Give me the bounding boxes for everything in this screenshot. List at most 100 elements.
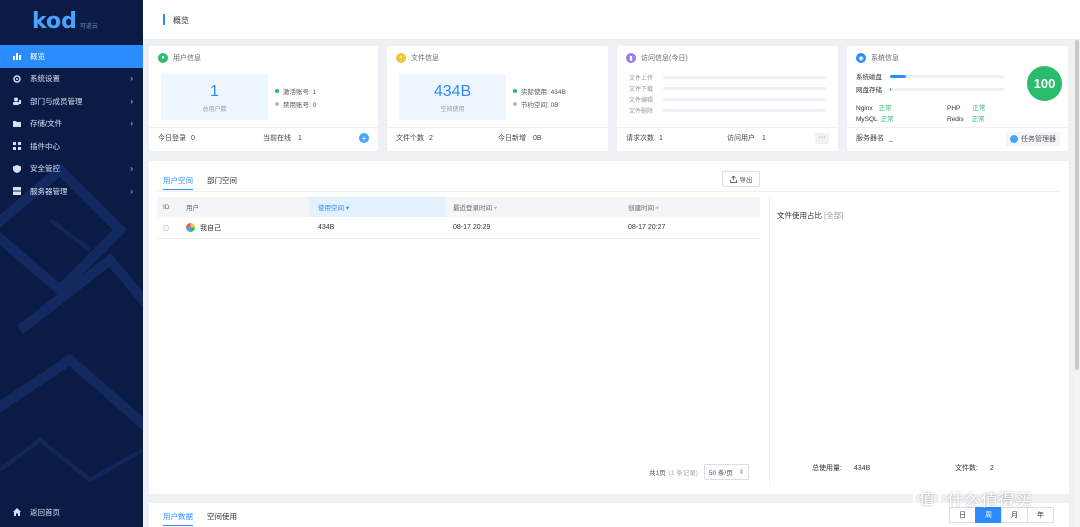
sidebar-item-label: 部门与成员管理 (30, 96, 83, 106)
logo-word: kod (32, 9, 77, 34)
file-stats: 实际使用: 434B 节约空间: 0B (513, 84, 566, 110)
user-info-card: ● 用户信息 1 总用户数 激活账号: 1 禁用账号: 0 今日登录 0 当前在… (149, 46, 378, 151)
user-name: 我自己 (200, 224, 221, 232)
tab-space-usage[interactable]: 空间使用 (207, 511, 237, 526)
task-manager-button[interactable]: 任务管理器 (1006, 132, 1060, 146)
visit-users-value: 1 (762, 134, 766, 142)
visit-row-label: 文件下载 (629, 87, 654, 93)
page-size-select[interactable]: 50 条/页 ⇕ (703, 464, 750, 480)
file-info-card: ▪ 文件信息 434B 空间使用 实际使用: 434B 节约空间: 0B 文件个… (387, 46, 608, 151)
user-circle-icon: ● (158, 53, 168, 63)
page-title: 概览 (173, 16, 189, 25)
file-count-label: 文件个数 (396, 135, 424, 142)
tab-user-data[interactable]: 用户数据 (163, 511, 193, 526)
card-title: 系统信息 (871, 55, 899, 62)
online-label: 当前在线 (263, 135, 291, 142)
total-usage-label: 总使用量: (812, 465, 842, 472)
visit-users-label: 访问用户 (727, 135, 755, 142)
service-php: PHP 正常 (947, 102, 985, 112)
green-dot-icon (275, 88, 279, 93)
row-radio[interactable] (163, 224, 169, 231)
watermark-text: 什么值得买 (947, 490, 1032, 510)
sidebar-item-plugins[interactable]: 插件中心 (0, 135, 143, 158)
watermark-logo-icon: 值 (913, 484, 941, 512)
server-icon (13, 187, 21, 196)
add-user-icon[interactable]: + (359, 133, 369, 143)
visit-row-delete: 文件删除 (629, 106, 827, 115)
tab-user-space[interactable]: 用户空间 (163, 175, 193, 190)
file-count-value: 2 (989, 465, 994, 472)
service-status: 正常 (878, 105, 892, 112)
visit-row-label: 文件编辑 (629, 98, 654, 104)
file-icon: ▪ (396, 53, 406, 63)
column-id[interactable]: ID (163, 204, 170, 211)
column-last-login-label: 最近登录时间 (453, 205, 492, 212)
sidebar-item-system-settings[interactable]: 系统设置 › (0, 68, 143, 91)
page-scrollbar[interactable] (1074, 40, 1080, 527)
tab-department-space[interactable]: 部门空间 (207, 175, 237, 190)
server-name-value: _ (889, 134, 893, 142)
service-name: Redis (947, 116, 964, 123)
grid-icon (13, 142, 21, 151)
card-header: ▮ 访问信息(今日) (626, 53, 688, 63)
sidebar-item-overview[interactable]: 概览 (0, 45, 143, 68)
file-count-value: 2 (429, 134, 433, 142)
sidebar-item-storage[interactable]: 存储/文件 › (0, 113, 143, 136)
file-count-label: 文件数: (955, 465, 978, 472)
disabled-accounts: 禁用账号: 0 (275, 97, 316, 110)
user-space-panel: 用户空间 部门空间 导出 ID 用户 使用空间 ▾ 最近登录时间 ▾ 创建时间 … (149, 161, 1069, 494)
sidebar-item-label: 系统设置 (30, 74, 60, 84)
chevron-right-icon: › (130, 186, 133, 196)
shield-icon (13, 164, 21, 173)
system-disk-row: 系统磁盘 (856, 71, 1004, 81)
total-users-box: 1 总用户数 (161, 74, 268, 120)
total-users-value: 1 (210, 83, 219, 100)
column-usage[interactable]: 使用空间 ▾ (318, 202, 349, 212)
file-usage-all-link[interactable]: [全部] (824, 211, 843, 220)
request-count-label: 请求次数 (626, 135, 654, 142)
chevron-right-icon: › (130, 164, 133, 174)
today-added-label: 今日新增 (498, 135, 526, 142)
more-icon[interactable]: ··· (815, 132, 829, 144)
health-score-badge: 100 (1027, 66, 1062, 101)
column-created[interactable]: 创建时间 ▾ (628, 202, 659, 212)
system-disk-label: 系统磁盘 (856, 74, 882, 81)
task-manager-icon (1010, 135, 1018, 143)
online-value: 1 (298, 134, 302, 142)
stat-text: 节约空间: 0B (521, 101, 559, 109)
avatar (186, 223, 195, 232)
sidebar-item-departments[interactable]: 部门与成员管理 › (0, 90, 143, 113)
logo-sub: 可道云 (79, 24, 98, 30)
service-redis: Redis 正常 (947, 113, 985, 123)
sort-icon: ▾ (493, 205, 498, 212)
export-label: 导出 (739, 177, 753, 184)
column-user[interactable]: 用户 (186, 202, 199, 212)
visit-info-card: ▮ 访问信息(今日) 文件上传 文件下载 文件编辑 文件删除 请求次数 1 访问… (617, 46, 838, 151)
card-footer: 请求次数 1 访问用户 1 ··· (617, 127, 838, 144)
sidebar-item-server[interactable]: 服务器管理 › (0, 180, 143, 203)
visit-bar (663, 109, 827, 112)
visit-row-download: 文件下载 (629, 84, 827, 93)
sidebar-item-label: 安全管控 (30, 164, 60, 174)
file-count: 文件数: 2 (955, 463, 994, 473)
column-created-label: 创建时间 (628, 205, 654, 212)
scrollbar-thumb[interactable] (1075, 40, 1079, 370)
request-count-value: 1 (659, 134, 663, 142)
saved-space: 节约空间: 0B (513, 97, 566, 110)
gray-dot-icon (275, 101, 279, 106)
bar-chart-icon (13, 52, 21, 61)
service-name: PHP (947, 105, 961, 112)
back-home-link[interactable]: 返回首页 (13, 507, 60, 518)
table-row[interactable]: 我自己 434B 08-17 20:29 08-17 20:27 (157, 217, 760, 239)
sidebar-item-security[interactable]: 安全管控 › (0, 158, 143, 181)
title-accent (163, 14, 165, 25)
total-usage: 总使用量: 434B (812, 463, 870, 473)
export-icon (729, 175, 737, 183)
pagination: 共1页 (1 条记录) 50 条/页 ⇕ (649, 464, 750, 480)
service-nginx: Nginx 正常 (856, 102, 892, 112)
netdisk-bar (890, 87, 1004, 91)
export-button[interactable]: 导出 (722, 171, 760, 187)
column-last-login[interactable]: 最近登录时间 ▾ (453, 202, 497, 212)
card-footer: 今日登录 0 当前在线 1 + (149, 127, 378, 143)
system-disk-fill (890, 74, 906, 78)
